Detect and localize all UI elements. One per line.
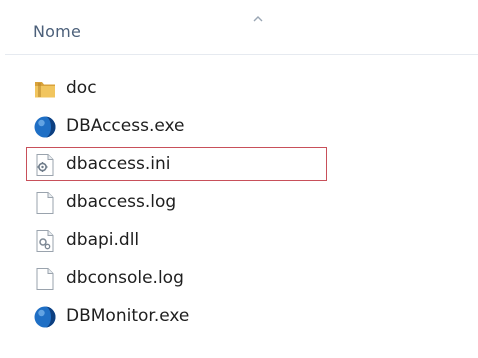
list-item-dbaccess-ini[interactable]: dbaccess.ini bbox=[0, 146, 478, 184]
name-column-header[interactable]: Nome bbox=[0, 0, 478, 55]
file-name: dbapi.dll bbox=[66, 230, 140, 250]
file-name: dbconsole.log bbox=[66, 268, 184, 288]
list-item-dbaccess-log[interactable]: dbaccess.log bbox=[0, 184, 478, 222]
column-title: Nome bbox=[33, 22, 81, 41]
sort-ascending-icon bbox=[253, 8, 263, 22]
file-list: doc DBAccess.exe dbaccess.ini dbaccess.l… bbox=[0, 70, 478, 336]
config-file-icon bbox=[33, 153, 57, 177]
dll-file-icon bbox=[33, 229, 57, 253]
file-name: dbaccess.log bbox=[66, 192, 177, 212]
text-file-icon bbox=[33, 267, 57, 291]
list-item-dbmonitor-exe[interactable]: DBMonitor.exe bbox=[0, 298, 478, 336]
list-item-dbconsole-log[interactable]: dbconsole.log bbox=[0, 260, 478, 298]
app-globe-icon bbox=[33, 305, 57, 329]
file-name: DBMonitor.exe bbox=[66, 306, 190, 326]
folder-icon bbox=[33, 77, 57, 101]
header-divider bbox=[5, 54, 478, 55]
list-item-doc[interactable]: doc bbox=[0, 70, 478, 108]
file-name: dbaccess.ini bbox=[66, 154, 171, 174]
file-explorer-pane: Nome doc DBAccess.exe dbaccess.ini dbacc… bbox=[0, 0, 478, 358]
file-name: DBAccess.exe bbox=[66, 116, 185, 136]
app-globe-icon bbox=[33, 115, 57, 139]
text-file-icon bbox=[33, 191, 57, 215]
list-item-dbaccess-exe[interactable]: DBAccess.exe bbox=[0, 108, 478, 146]
file-name: doc bbox=[66, 78, 97, 98]
list-item-dbapi-dll[interactable]: dbapi.dll bbox=[0, 222, 478, 260]
